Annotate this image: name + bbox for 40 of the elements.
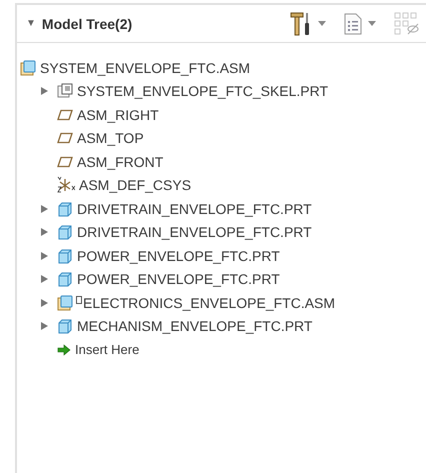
tree-item-label[interactable]: ASM_TOP (77, 130, 144, 146)
part-icon (57, 224, 73, 240)
plane-icon (57, 132, 73, 144)
assembly-icon (57, 294, 73, 311)
tree-item-label[interactable]: Insert Here (75, 342, 140, 358)
expand-arrow-icon[interactable] (40, 321, 49, 332)
skeleton-part-icon (57, 83, 73, 100)
tree-filter-icon[interactable] (394, 12, 420, 36)
part-icon (57, 200, 73, 217)
tree-item-label[interactable]: ELECTRONICS_ENVELOPE_FTC.ASM (83, 294, 336, 311)
tree-item-label[interactable]: POWER_ENVELOPE_FTC.PRT (77, 248, 280, 264)
expand-arrow-icon[interactable] (40, 250, 49, 261)
expand-arrow-icon[interactable] (40, 274, 49, 284)
collapse-toggle[interactable]: ▼ (26, 18, 36, 29)
plane-icon (57, 156, 73, 168)
list-document-icon[interactable] (344, 12, 362, 34)
expand-arrow-icon[interactable] (40, 204, 49, 214)
plane-icon (57, 108, 73, 121)
expand-arrow-icon[interactable] (40, 227, 49, 238)
expand-arrow-icon[interactable] (40, 86, 49, 96)
dropdown-caret-icon[interactable] (318, 21, 326, 26)
part-icon (57, 271, 73, 288)
tools-icon[interactable] (290, 12, 312, 36)
dropdown-caret-icon[interactable] (368, 21, 376, 26)
tree-item-label[interactable]: DRIVETRAIN_ENVELOPE_FTC.PRT (77, 224, 312, 240)
tree-item-label[interactable]: DRIVETRAIN_ENVELOPE_FTC.PRT (77, 200, 312, 217)
coordinate-system-icon (57, 176, 75, 194)
part-icon (57, 248, 73, 264)
tree-item-label[interactable]: SYSTEM_ENVELOPE_FTC_SKEL.PRT (77, 83, 328, 100)
tree-item-label[interactable]: ASM_DEF_CSYS (79, 177, 192, 194)
tree-item-label[interactable]: ASM_FRONT (77, 154, 164, 170)
assembly-icon (20, 60, 36, 76)
tree-item-label[interactable]: MECHANISM_ENVELOPE_FTC.PRT (77, 318, 312, 334)
tree-item-label[interactable]: ASM_RIGHT (77, 106, 159, 123)
tree-item-label[interactable]: SYSTEM_ENVELOPE_FTC.ASM (40, 60, 250, 76)
expand-arrow-icon[interactable] (40, 298, 49, 308)
arrow-icon (57, 344, 71, 356)
panel-title: Model Tree(2) (42, 16, 134, 32)
part-icon (57, 318, 73, 334)
tree-item-label[interactable]: POWER_ENVELOPE_FTC.PRT (77, 271, 280, 288)
